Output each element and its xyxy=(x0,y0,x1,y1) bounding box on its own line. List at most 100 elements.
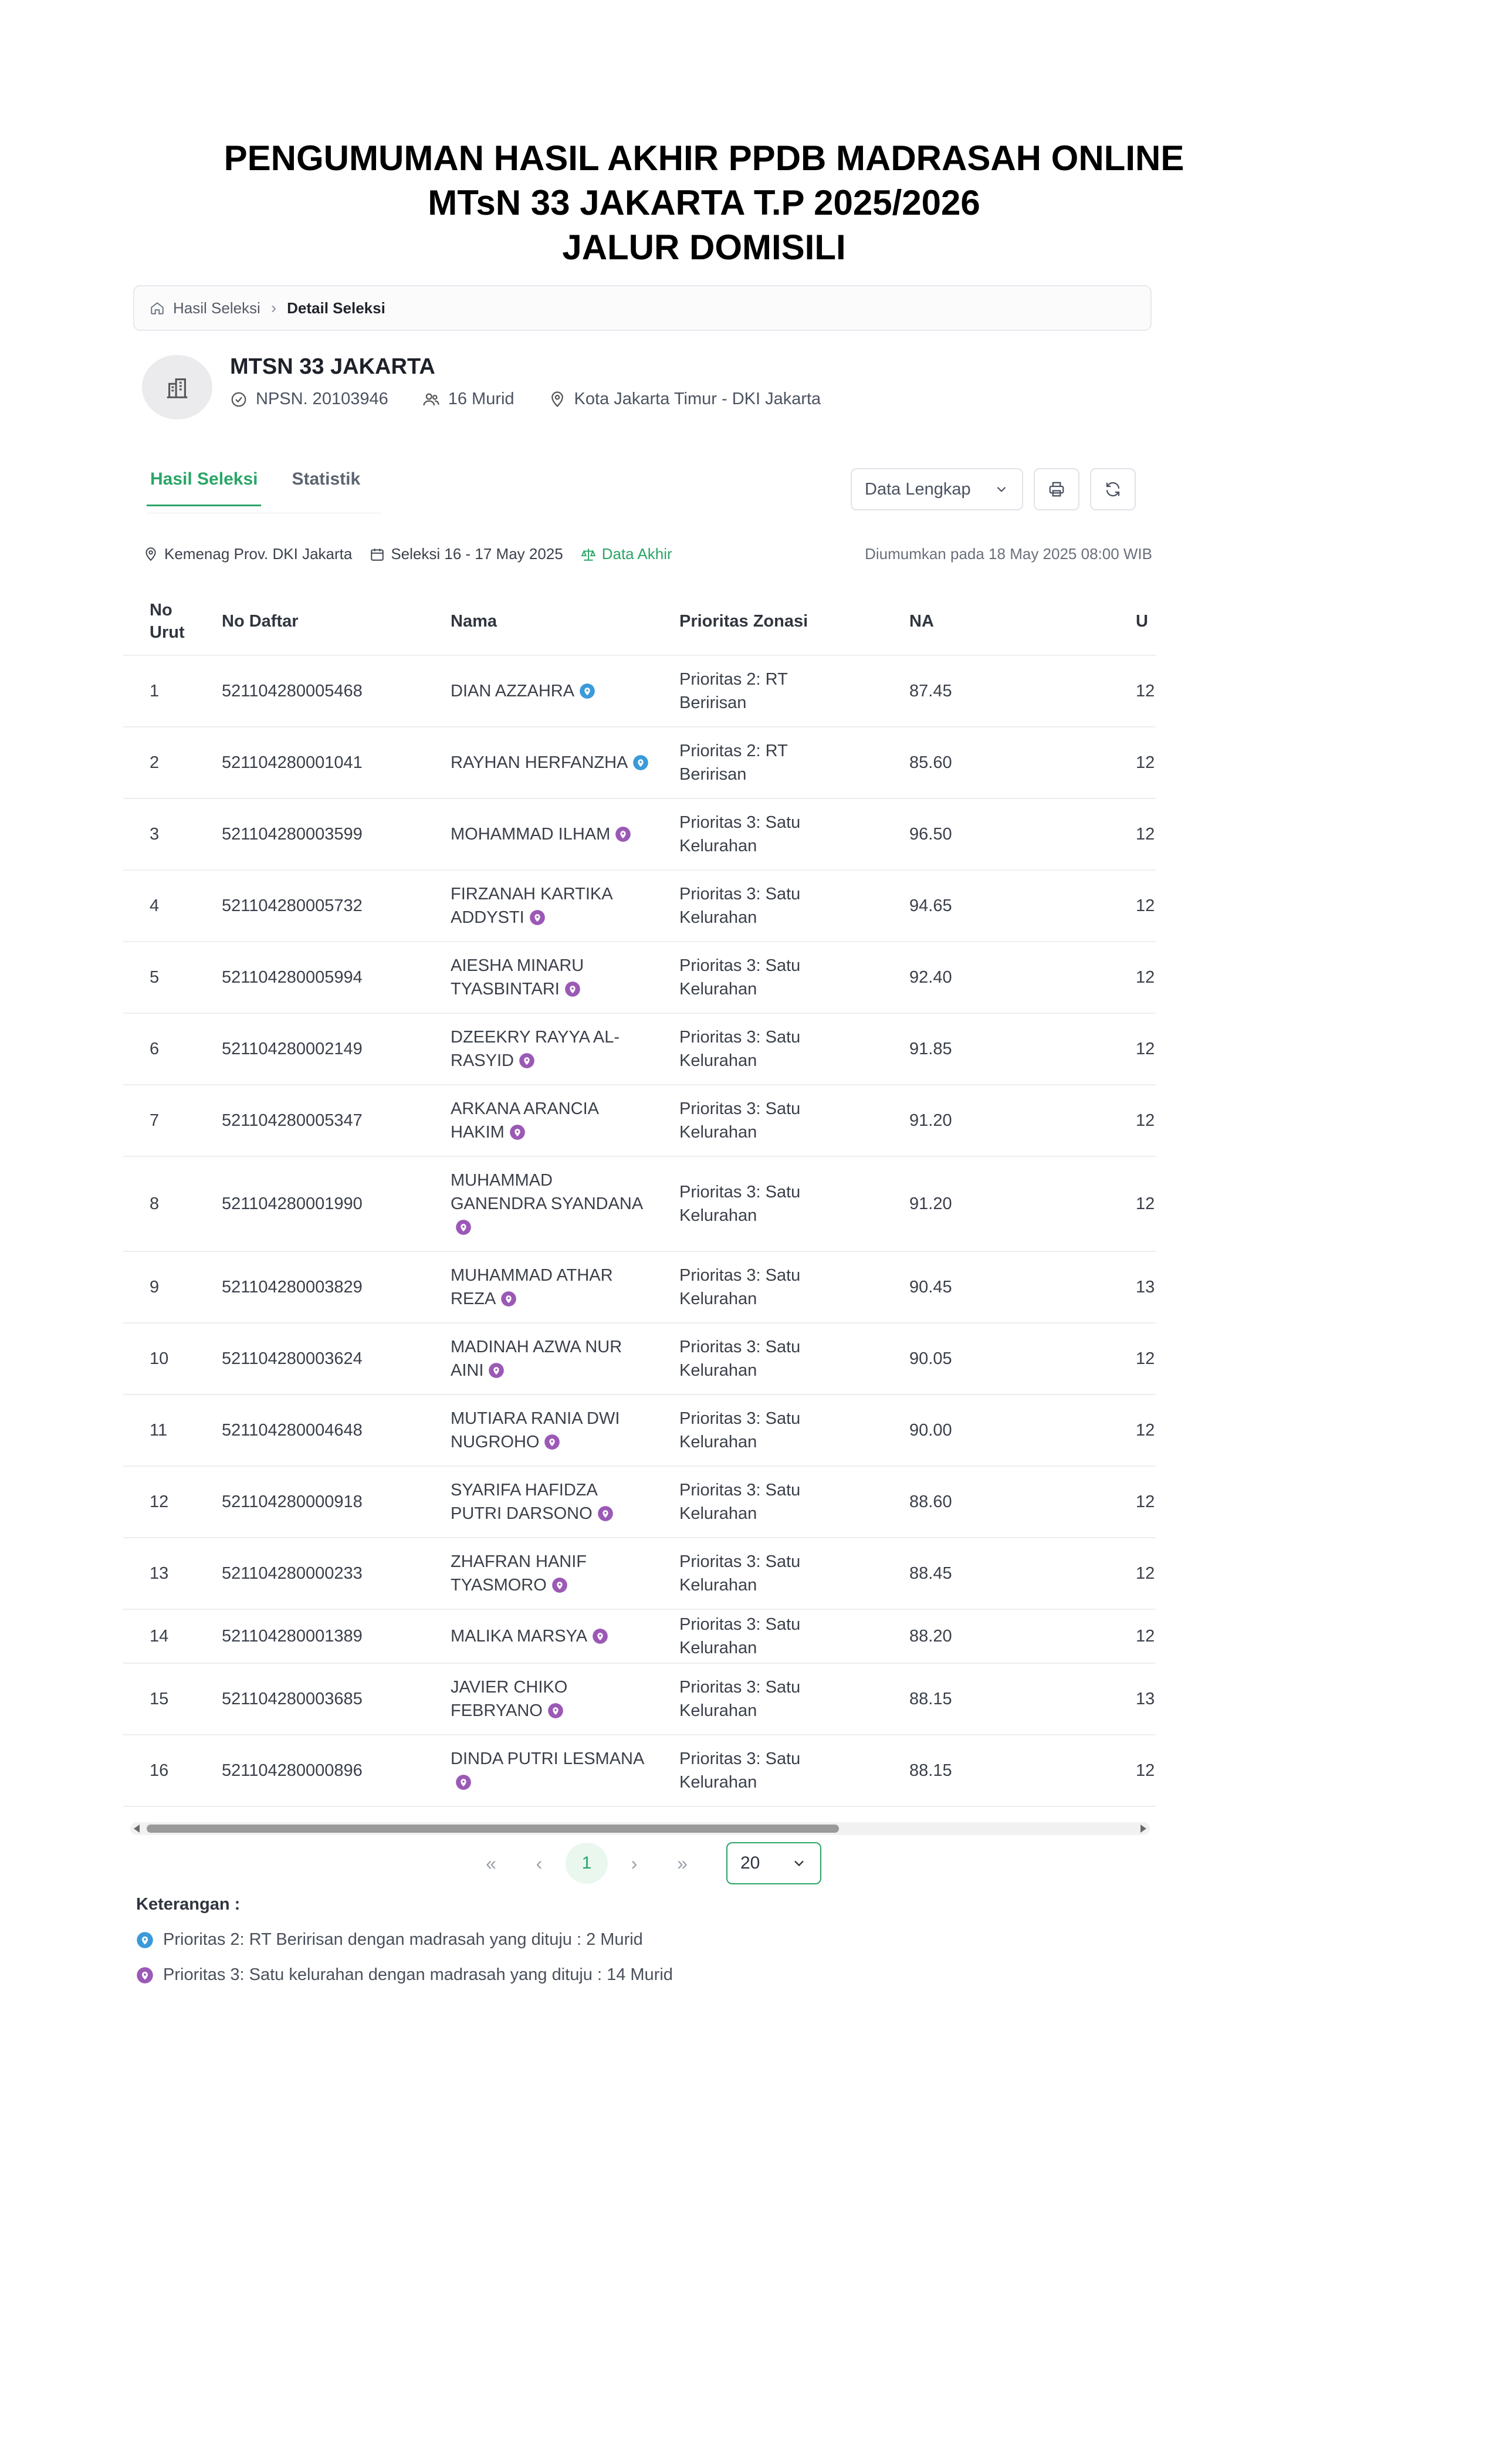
cell-prioritas: Prioritas 3: Satu Kelurahan xyxy=(679,1409,801,1451)
page: PENGUMUMAN HASIL AKHIR PPDB MADRASAH ONL… xyxy=(0,0,1496,2464)
header-na: NA xyxy=(909,612,934,631)
breadcrumb: Hasil Seleksi › Detail Seleksi xyxy=(133,285,1152,331)
header-no-urut: No Urut xyxy=(150,601,185,642)
cell-no-urut: 11 xyxy=(150,1421,168,1440)
page-size-value: 20 xyxy=(740,1853,760,1873)
location-pin-icon xyxy=(456,1775,471,1790)
cell-na: 91.20 xyxy=(909,1111,952,1130)
header-us: U xyxy=(1136,612,1148,631)
header-prioritas: Prioritas Zonasi xyxy=(679,612,808,631)
page-button-current[interactable]: 1 xyxy=(566,1843,608,1884)
first-page-button[interactable]: « xyxy=(469,1843,513,1884)
student-name: SYARIFA HAFIDZA PUTRI DARSONO xyxy=(451,1481,597,1523)
refresh-icon xyxy=(1106,482,1120,497)
table-row: 7 521104280005347 ARKANA ARANCIA HAKIM Prio… xyxy=(123,1085,1156,1157)
breadcrumb-hasil-seleksi[interactable]: Hasil Seleksi xyxy=(173,299,260,317)
school-name: MTSN 33 JAKARTA xyxy=(230,354,435,379)
location-pin-icon xyxy=(501,1291,517,1307)
cell-no-daftar: 521104280001041 xyxy=(222,753,363,772)
map-pin-icon xyxy=(551,391,563,407)
cell-us: 12 xyxy=(1136,1349,1155,1368)
header-no-daftar: No Daftar xyxy=(222,612,299,631)
students-count: 16 Murid xyxy=(448,390,515,408)
student-name: MADINAH AZWA NUR AINI xyxy=(451,1338,622,1380)
location-pin-icon xyxy=(551,1578,567,1593)
cell-no-urut: 1 xyxy=(150,682,160,700)
cell-no-daftar: 521104280003599 xyxy=(222,825,363,844)
location-pin-icon xyxy=(548,1703,563,1718)
scale-icon xyxy=(581,548,596,561)
cell-no-urut: 13 xyxy=(150,1564,169,1583)
cell-no-urut: 7 xyxy=(150,1111,160,1130)
cell-na: 90.05 xyxy=(909,1349,952,1368)
location-pin-icon xyxy=(633,755,649,770)
cell-no-urut: 8 xyxy=(150,1194,160,1213)
tab-hasil-seleksi[interactable]: Hasil Seleksi xyxy=(147,469,262,506)
cell-prioritas: Prioritas 3: Satu Kelurahan xyxy=(679,813,801,855)
legend-item-prioritas-2: Prioritas 2: RT Beririsan dengan madrasa… xyxy=(136,1930,643,1949)
data-view-select[interactable]: Data Lengkap xyxy=(851,468,1023,510)
student-name: MUHAMMAD GANENDRA SYANDANA xyxy=(451,1171,644,1213)
table-row: 10 521104280003624 MADINAH AZWA NUR AINI Pr… xyxy=(123,1324,1156,1395)
cell-na: 88.45 xyxy=(909,1564,952,1583)
horizontal-scrollbar[interactable] xyxy=(130,1822,1150,1835)
cell-us: 12 xyxy=(1136,753,1155,772)
cell-prioritas: Prioritas 3: Satu Kelurahan xyxy=(679,1028,801,1070)
refresh-button[interactable] xyxy=(1090,468,1136,510)
cell-us: 12 xyxy=(1136,825,1155,844)
last-page-button[interactable]: » xyxy=(661,1843,704,1884)
breadcrumb-detail-seleksi: Detail Seleksi xyxy=(287,299,385,317)
tab-statistik[interactable]: Statistik xyxy=(288,469,364,506)
location-pin-icon xyxy=(593,1629,608,1644)
cell-no-daftar: 521104280000233 xyxy=(222,1564,363,1583)
cell-na: 92.40 xyxy=(909,968,952,987)
student-name: MUTIARA RANIA DWI NUGROHO xyxy=(451,1409,620,1451)
cell-no-daftar: 521104280003829 xyxy=(222,1278,363,1297)
cell-us: 12 xyxy=(1136,1761,1155,1780)
cell-prioritas: Prioritas 3: Satu Kelurahan xyxy=(679,956,801,999)
table-row: 11 521104280004648 MUTIARA RANIA DWI NUGRO… xyxy=(123,1395,1156,1467)
cell-us: 12 xyxy=(1136,1421,1155,1440)
cell-nama: DINDA PUTRI LESMANA xyxy=(451,1735,650,1806)
student-name: MUHAMMAD ATHAR REZA xyxy=(451,1266,613,1308)
location-pin-icon xyxy=(489,1363,505,1378)
location-value: Kota Jakarta Timur - DKI Jakarta xyxy=(574,390,821,408)
prev-page-button[interactable]: ‹ xyxy=(517,1843,561,1884)
cell-us: 12 xyxy=(1136,1492,1155,1511)
table-row: 15 521104280003685 JAVIER CHIKO FEBRYANO Pr… xyxy=(123,1664,1156,1735)
cell-na: 88.15 xyxy=(909,1761,952,1780)
users-icon xyxy=(423,393,439,405)
students-meta: 16 Murid xyxy=(422,390,515,409)
cell-nama: DZEEKRY RAYYA AL-RASYID xyxy=(451,1014,650,1084)
cell-nama: MUTIARA RANIA DWI NUGROHO xyxy=(451,1395,650,1465)
cell-us: 12 xyxy=(1136,896,1155,915)
cell-nama: ZHAFRAN HANIF TYASMORO xyxy=(451,1538,650,1609)
cell-nama: MOHAMMAD ILHAM xyxy=(451,799,650,869)
print-button[interactable] xyxy=(1034,468,1079,510)
page-size-select[interactable]: 20 xyxy=(726,1842,821,1884)
location-pin-purple-icon xyxy=(137,1967,153,1984)
cell-nama: FIRZANAH KARTIKA ADDYSTI xyxy=(451,871,650,941)
cell-no-daftar: 521104280005347 xyxy=(222,1111,363,1130)
cell-prioritas: Prioritas 3: Satu Kelurahan xyxy=(679,1749,801,1792)
cell-prioritas: Prioritas 3: Satu Kelurahan xyxy=(679,1183,801,1225)
table-row: 16 521104280000896 DINDA PUTRI LESMANA Prio… xyxy=(123,1735,1156,1807)
location-pin-icon xyxy=(544,1434,560,1450)
data-status: Data Akhir xyxy=(581,545,672,563)
cell-no-urut: 3 xyxy=(150,825,160,844)
legend-text-prioritas-2: Prioritas 2: RT Beririsan dengan madrasa… xyxy=(163,1930,643,1949)
results-table: No Urut No Daftar Nama Prioritas Zonasi … xyxy=(123,587,1156,1807)
scroll-left-icon[interactable] xyxy=(134,1825,140,1833)
check-circle-icon xyxy=(231,392,246,407)
legend-item-prioritas-3: Prioritas 3: Satu kelurahan dengan madra… xyxy=(136,1965,673,1985)
scrollbar-thumb[interactable] xyxy=(147,1825,839,1833)
cell-na: 88.20 xyxy=(909,1627,952,1646)
table-row: 6 521104280002149 DZEEKRY RAYYA AL-RASYID P… xyxy=(123,1014,1156,1085)
cell-na: 87.45 xyxy=(909,682,952,700)
student-name: DIAN AZZAHRA xyxy=(451,682,575,700)
cell-prioritas: Prioritas 3: Satu Kelurahan xyxy=(679,1266,801,1308)
scroll-right-icon[interactable] xyxy=(1140,1825,1146,1833)
cell-no-urut: 5 xyxy=(150,968,160,987)
next-page-button[interactable]: › xyxy=(612,1843,656,1884)
table-row: 14 521104280001389 MALIKA MARSYA Prioritas … xyxy=(123,1610,1156,1664)
